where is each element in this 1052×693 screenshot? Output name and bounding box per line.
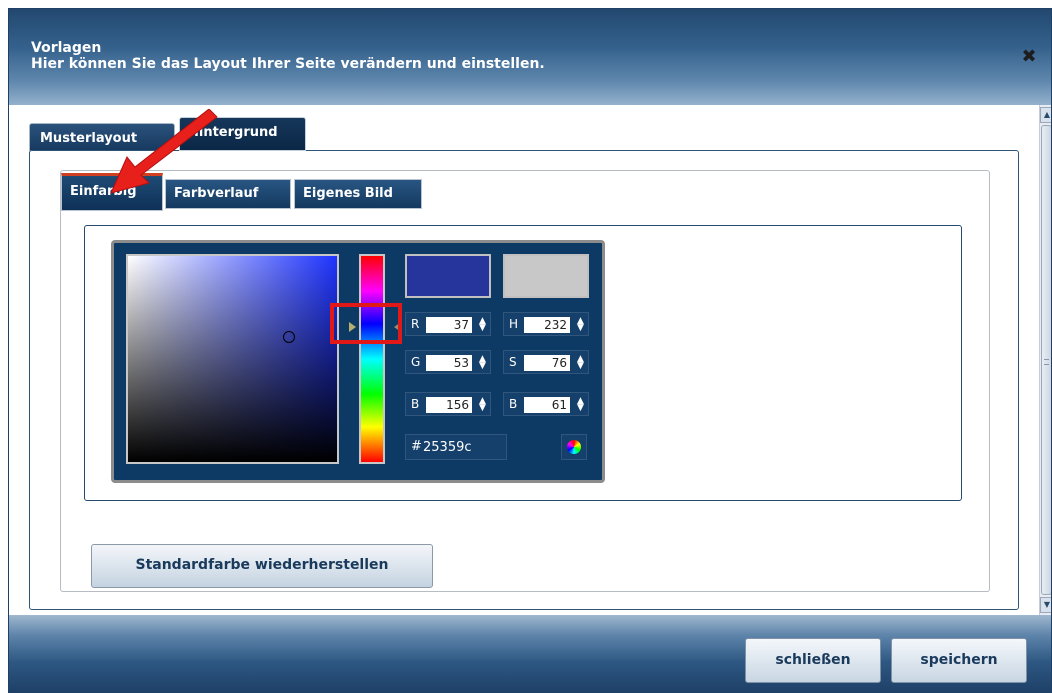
restore-default-color-button[interactable]: Standardfarbe wiederherstellen [91,544,433,588]
subtab-farbverlauf[interactable]: Farbverlauf [165,179,291,209]
green-label: G [411,355,421,369]
color-cursor[interactable] [283,331,295,343]
brightness-label: B [509,397,518,411]
close-button[interactable]: schließen [745,638,881,683]
green-input[interactable]: 53 [426,355,472,371]
saturation-value-area[interactable] [126,254,339,464]
close-icon[interactable]: ✖ [1019,47,1039,67]
saturation-input[interactable]: 76 [524,355,570,371]
tab-hintergrund[interactable]: Hintergrund [179,117,306,151]
green-field: G 53 ▲ ▼ [405,350,491,374]
subtab-eigenes-bild[interactable]: Eigenes Bild [294,179,422,209]
green-spinner-icon[interactable]: ▲ ▼ [479,355,486,371]
save-button[interactable]: speichern [891,638,1027,683]
color-wheel-icon[interactable] [561,434,587,460]
subtab-einfarbig[interactable]: Einfarbig [61,173,163,211]
saturation-label: S [509,355,517,369]
brightness-input[interactable]: 61 [524,397,570,413]
dialog-footer: schließen speichern [9,615,1051,692]
color-settings-panel: Einfarbig Farbverlauf Eigenes Bild R 37 … [60,170,990,592]
dialog-header: Vorlagen Hier können Sie das Layout Ihre… [9,9,1051,105]
red-label: R [411,317,420,331]
hue-field: H 232 ▲ ▼ [503,312,589,336]
hue-input[interactable]: 232 [524,317,570,333]
hue-spinner-icon[interactable]: ▲ ▼ [577,317,584,333]
current-color-swatch[interactable] [503,254,589,298]
vertical-scrollbar[interactable]: ▲ ▼ [1039,105,1051,615]
scroll-thumb[interactable] [1041,125,1051,595]
red-spinner-icon[interactable]: ▲ ▼ [479,317,486,333]
hue-highlight-annotation [330,303,402,344]
red-input[interactable]: 37 [426,317,472,333]
dialog-subtitle: Hier können Sie das Layout Ihrer Seite v… [31,56,545,72]
color-picker-frame: R 37 ▲ ▼ G 53 ▲ ▼ B 156 ▲ ▼ H 232 ▲ ▼ S … [84,225,962,501]
templates-dialog: Vorlagen Hier können Sie das Layout Ihre… [8,8,1052,693]
scroll-up-icon[interactable]: ▲ [1040,107,1051,123]
hex-field: # 25359c [405,434,507,460]
scroll-down-icon[interactable]: ▼ [1040,597,1051,613]
brightness-spinner-icon[interactable]: ▲ ▼ [577,397,584,413]
hue-label: H [509,317,519,331]
saturation-field: S 76 ▲ ▼ [503,350,589,374]
brightness-field: B 61 ▲ ▼ [503,392,589,416]
blue-label: B [411,397,420,411]
background-panel: Einfarbig Farbverlauf Eigenes Bild R 37 … [29,150,1019,610]
blue-input[interactable]: 156 [426,397,472,413]
hex-label: # [411,439,422,454]
blue-spinner-icon[interactable]: ▲ ▼ [479,397,486,413]
hue-slider[interactable] [359,254,385,464]
scroll-grip-icon [1044,359,1049,365]
tab-musterlayout[interactable]: Musterlayout [29,123,175,151]
hex-input[interactable]: 25359c [423,440,497,456]
new-color-swatch [405,254,491,298]
saturation-spinner-icon[interactable]: ▲ ▼ [577,355,584,371]
blue-field: B 156 ▲ ▼ [405,392,491,416]
color-picker: R 37 ▲ ▼ G 53 ▲ ▼ B 156 ▲ ▼ H 232 ▲ ▼ S … [111,240,605,483]
dialog-content: Musterlayout Hintergrund Einfarbig Farbv… [9,105,1039,615]
dialog-title: Vorlagen [31,40,102,56]
red-field: R 37 ▲ ▼ [405,312,491,336]
